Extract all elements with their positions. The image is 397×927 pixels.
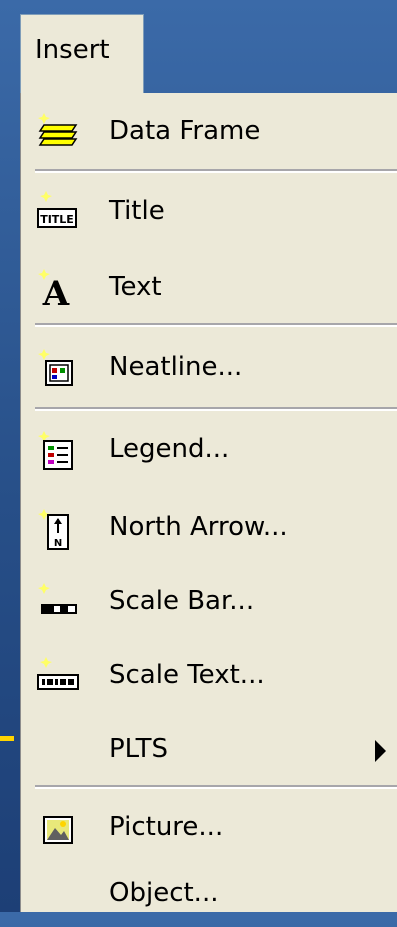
neatline-icon bbox=[38, 349, 73, 386]
menu-item-scale-text[interactable]: Scale Text... bbox=[21, 645, 397, 709]
insert-menu-label: Insert bbox=[35, 35, 110, 65]
insert-dropdown-menu: Data Frame TITLE Title A Text Neatline..… bbox=[20, 93, 397, 912]
menu-separator bbox=[35, 169, 397, 173]
menu-item-label: Title bbox=[109, 196, 165, 226]
svg-text:TITLE: TITLE bbox=[40, 213, 74, 226]
menu-item-neatline[interactable]: Neatline... bbox=[21, 337, 397, 401]
menu-item-label: Neatline... bbox=[109, 352, 243, 382]
insert-menu-button[interactable]: Insert bbox=[20, 14, 144, 94]
svg-text:A: A bbox=[42, 274, 70, 311]
north-arrow-icon: N bbox=[38, 509, 69, 550]
menu-item-label: Data Frame bbox=[109, 116, 261, 146]
scale-text-icon bbox=[37, 657, 79, 690]
menu-item-object[interactable]: Object... bbox=[21, 863, 397, 927]
menu-item-label: PLTS bbox=[109, 734, 168, 764]
menu-item-label: North Arrow... bbox=[109, 512, 288, 542]
menu-item-label: Scale Text... bbox=[109, 660, 265, 690]
menu-separator bbox=[35, 785, 397, 789]
menu-item-label: Text bbox=[109, 272, 162, 302]
menu-separator bbox=[35, 323, 397, 327]
picture-icon bbox=[43, 816, 73, 844]
menu-item-label: Scale Bar... bbox=[109, 586, 255, 616]
submenu-arrow-icon bbox=[375, 740, 386, 762]
title-icon: TITLE bbox=[37, 191, 77, 228]
menu-separator bbox=[35, 407, 397, 411]
menu-item-north-arrow[interactable]: N North Arrow... bbox=[21, 497, 397, 561]
data-frame-icon bbox=[38, 113, 78, 146]
text-icon: A bbox=[38, 269, 70, 311]
desktop-highlight-mark bbox=[0, 736, 14, 741]
menu-item-scale-bar[interactable]: Scale Bar... bbox=[21, 571, 397, 635]
menu-item-title[interactable]: TITLE Title bbox=[21, 181, 397, 245]
menu-item-text[interactable]: A Text bbox=[21, 257, 397, 321]
menu-item-label: Picture... bbox=[109, 812, 224, 842]
legend-icon bbox=[38, 431, 73, 470]
scale-bar-icon bbox=[38, 583, 77, 614]
menu-item-picture[interactable]: Picture... bbox=[21, 797, 397, 861]
menu-item-label: Object... bbox=[109, 878, 219, 908]
menu-item-plts[interactable]: PLTS bbox=[21, 719, 397, 783]
menu-item-label: Legend... bbox=[109, 434, 230, 464]
menu-item-data-frame[interactable]: Data Frame bbox=[21, 101, 397, 165]
menu-item-legend[interactable]: Legend... bbox=[21, 419, 397, 483]
svg-text:N: N bbox=[54, 538, 62, 549]
